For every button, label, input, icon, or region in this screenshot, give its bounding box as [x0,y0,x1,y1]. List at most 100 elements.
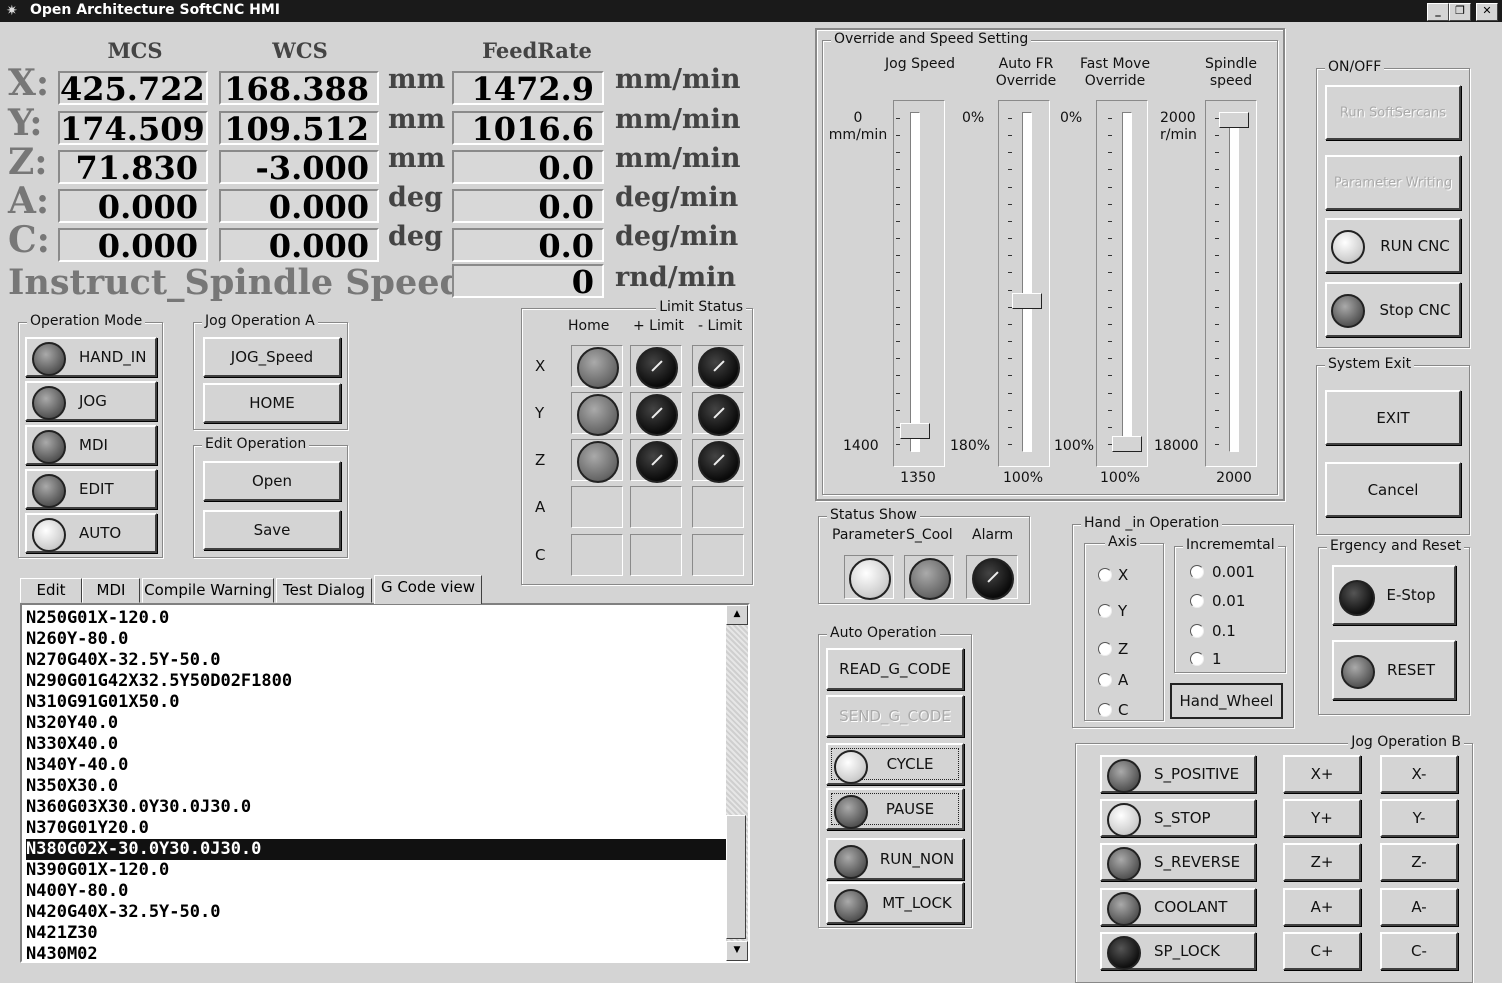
cycle-button[interactable]: CYCLE [826,743,964,785]
coolant-button[interactable]: COOLANT [1100,888,1256,926]
limit-cell [571,345,623,389]
gcode-line[interactable]: N380G02X-30.0Y30.0J30.0 [26,839,728,860]
tab-mdi[interactable]: MDI [82,578,140,603]
mcs-value-2: 71.830 [58,150,208,184]
inc-radio-0-001[interactable] [1190,565,1204,579]
gcode-line[interactable]: N310G91G01X50.0 [26,692,728,713]
gcode-line[interactable]: N360G03X30.0Y30.0J30.0 [26,797,728,818]
s-positive-button[interactable]: S_POSITIVE [1100,755,1256,793]
home-button[interactable]: HOME [203,383,341,423]
jog-speed-button[interactable]: JOG_Speed [203,337,341,377]
status-scool-cell [904,555,954,600]
scroll-down-arrow-icon[interactable]: ▼ [726,941,748,961]
run-non-button[interactable]: RUN_NON [826,838,964,880]
mode-auto-button[interactable]: AUTO [25,513,157,553]
axis-radio-c[interactable] [1098,703,1112,717]
coord-unit-4: deg [388,221,443,252]
tab-compile-warning[interactable]: Compile Warning [142,578,274,603]
slider-thumb-3[interactable] [1219,112,1249,128]
scroll-thumb[interactable] [726,815,746,939]
gcode-line[interactable]: N400Y-80.0 [26,881,728,902]
gcode-line[interactable]: N420G40X-32.5Y-50.0 [26,902,728,923]
slider-tick [1108,306,1112,308]
scroll-up-arrow-icon[interactable]: ▲ [726,605,748,625]
parameter-writing-button[interactable]: Parameter Writing [1325,155,1461,210]
limit-row-c: C [535,546,546,564]
cancel-button[interactable]: Cancel [1325,462,1461,517]
wcs-value-0: 168.388 [219,71,379,105]
gcode-line[interactable]: N350X30.0 [26,776,728,797]
estop-button[interactable]: E-Stop [1332,565,1456,625]
jog-minus-2-button[interactable]: Z- [1380,843,1458,881]
save-button[interactable]: Save [203,510,341,550]
mode-jog-button[interactable]: JOG [25,381,157,421]
tab-test-dialog[interactable]: Test Dialog [276,578,372,603]
gcode-line[interactable]: N430M02 [26,944,728,965]
limit-cell [692,486,744,528]
read-gcode-button[interactable]: READ_G_CODE [826,648,964,690]
pause-button[interactable]: PAUSE [826,788,964,830]
axis-radio-label: Z [1118,640,1129,658]
sp-lock-button[interactable]: SP_LOCK [1100,932,1256,970]
jog-plus-0-button[interactable]: X+ [1283,755,1361,793]
open-button[interactable]: Open [203,461,341,501]
jog-minus-0-button[interactable]: X- [1380,755,1458,793]
run-cnc-button[interactable]: RUN CNC [1325,218,1461,273]
exit-button[interactable]: EXIT [1325,390,1461,445]
inc-radio-1[interactable] [1190,652,1204,666]
gcode-line[interactable]: N270G40X-32.5Y-50.0 [26,650,728,671]
jog-minus-3-button[interactable]: A- [1380,888,1458,926]
gcode-line[interactable]: N260Y-80.0 [26,629,728,650]
gcode-line[interactable]: N421Z30 [26,923,728,944]
s-stop-button[interactable]: S_STOP [1100,799,1256,837]
gcode-line[interactable]: N330X40.0 [26,734,728,755]
mode-mdi-button[interactable]: MDI [25,425,157,465]
slider-thumb-2[interactable] [1112,436,1142,452]
mode-edit-button[interactable]: EDIT [25,469,157,509]
reset-button[interactable]: RESET [1332,640,1456,700]
gcode-line[interactable]: N290G01G42X32.5Y50D02F1800 [26,671,728,692]
slider-tick [1108,272,1112,274]
parameter-led-icon [849,558,891,600]
gcode-line[interactable]: N390G01X-120.0 [26,860,728,881]
close-button[interactable]: ✕ [1476,3,1498,21]
tab-g-code-view[interactable]: G Code view [374,575,482,604]
slider-thumb-1[interactable] [1012,293,1042,310]
gcode-line[interactable]: N250G01X-120.0 [26,608,728,629]
minimize-button[interactable]: _ [1427,3,1449,21]
slider-thumb-0[interactable] [900,423,930,440]
jog-plus-4-button[interactable]: C+ [1283,932,1361,970]
axis-radio-z[interactable] [1098,642,1112,656]
spindle-speed-unit: rnd/min [615,262,737,293]
send-gcode-button[interactable]: SEND_G_CODE [826,695,964,737]
hand-wheel-button[interactable]: Hand_Wheel [1170,683,1283,719]
gcode-line[interactable]: N370G01Y20.0 [26,818,728,839]
s-reverse-button[interactable]: S_REVERSE [1100,843,1256,881]
tab-edit[interactable]: Edit [20,578,82,603]
axis-radio-y[interactable] [1098,604,1112,618]
maximize-button[interactable]: ❐ [1449,3,1471,21]
jog-plus-2-button[interactable]: Z+ [1283,843,1361,881]
gcode-listbox[interactable]: N250G01X-120.0 N260Y-80.0 N270G40X-32.5Y-5… [20,603,750,965]
jog-minus-1-button[interactable]: Y- [1380,799,1458,837]
mt-lock-button[interactable]: MT_LOCK [826,882,964,924]
stop-cnc-button[interactable]: Stop CNC [1325,282,1461,337]
jog-minus-4-button[interactable]: C- [1380,932,1458,970]
gcode-line[interactable]: N320Y40.0 [26,713,728,734]
gcode-line[interactable]: N340Y-40.0 [26,755,728,776]
slider-tick [1108,358,1112,360]
inc-radio-0-1[interactable] [1190,624,1204,638]
jog-plus-1-button[interactable]: Y+ [1283,799,1361,837]
limit-led-icon [698,394,740,436]
axis-radio-x[interactable] [1098,568,1112,582]
run-softsercans-button[interactable]: Run SoftSercans [1325,85,1461,140]
feed-value-1: 1016.6 [452,111,604,145]
axis-radio-label: Y [1118,602,1128,620]
mode-hand-in-button[interactable]: HAND_IN [25,337,157,377]
gcode-scrollbar[interactable]: ▲ ▼ [726,605,748,961]
jog-plus-3-button[interactable]: A+ [1283,888,1361,926]
slider-sublabel-2: Override [1084,73,1146,89]
axis-radio-a[interactable] [1098,673,1112,687]
slider-tick [1008,118,1012,119]
inc-radio-0-01[interactable] [1190,594,1204,608]
